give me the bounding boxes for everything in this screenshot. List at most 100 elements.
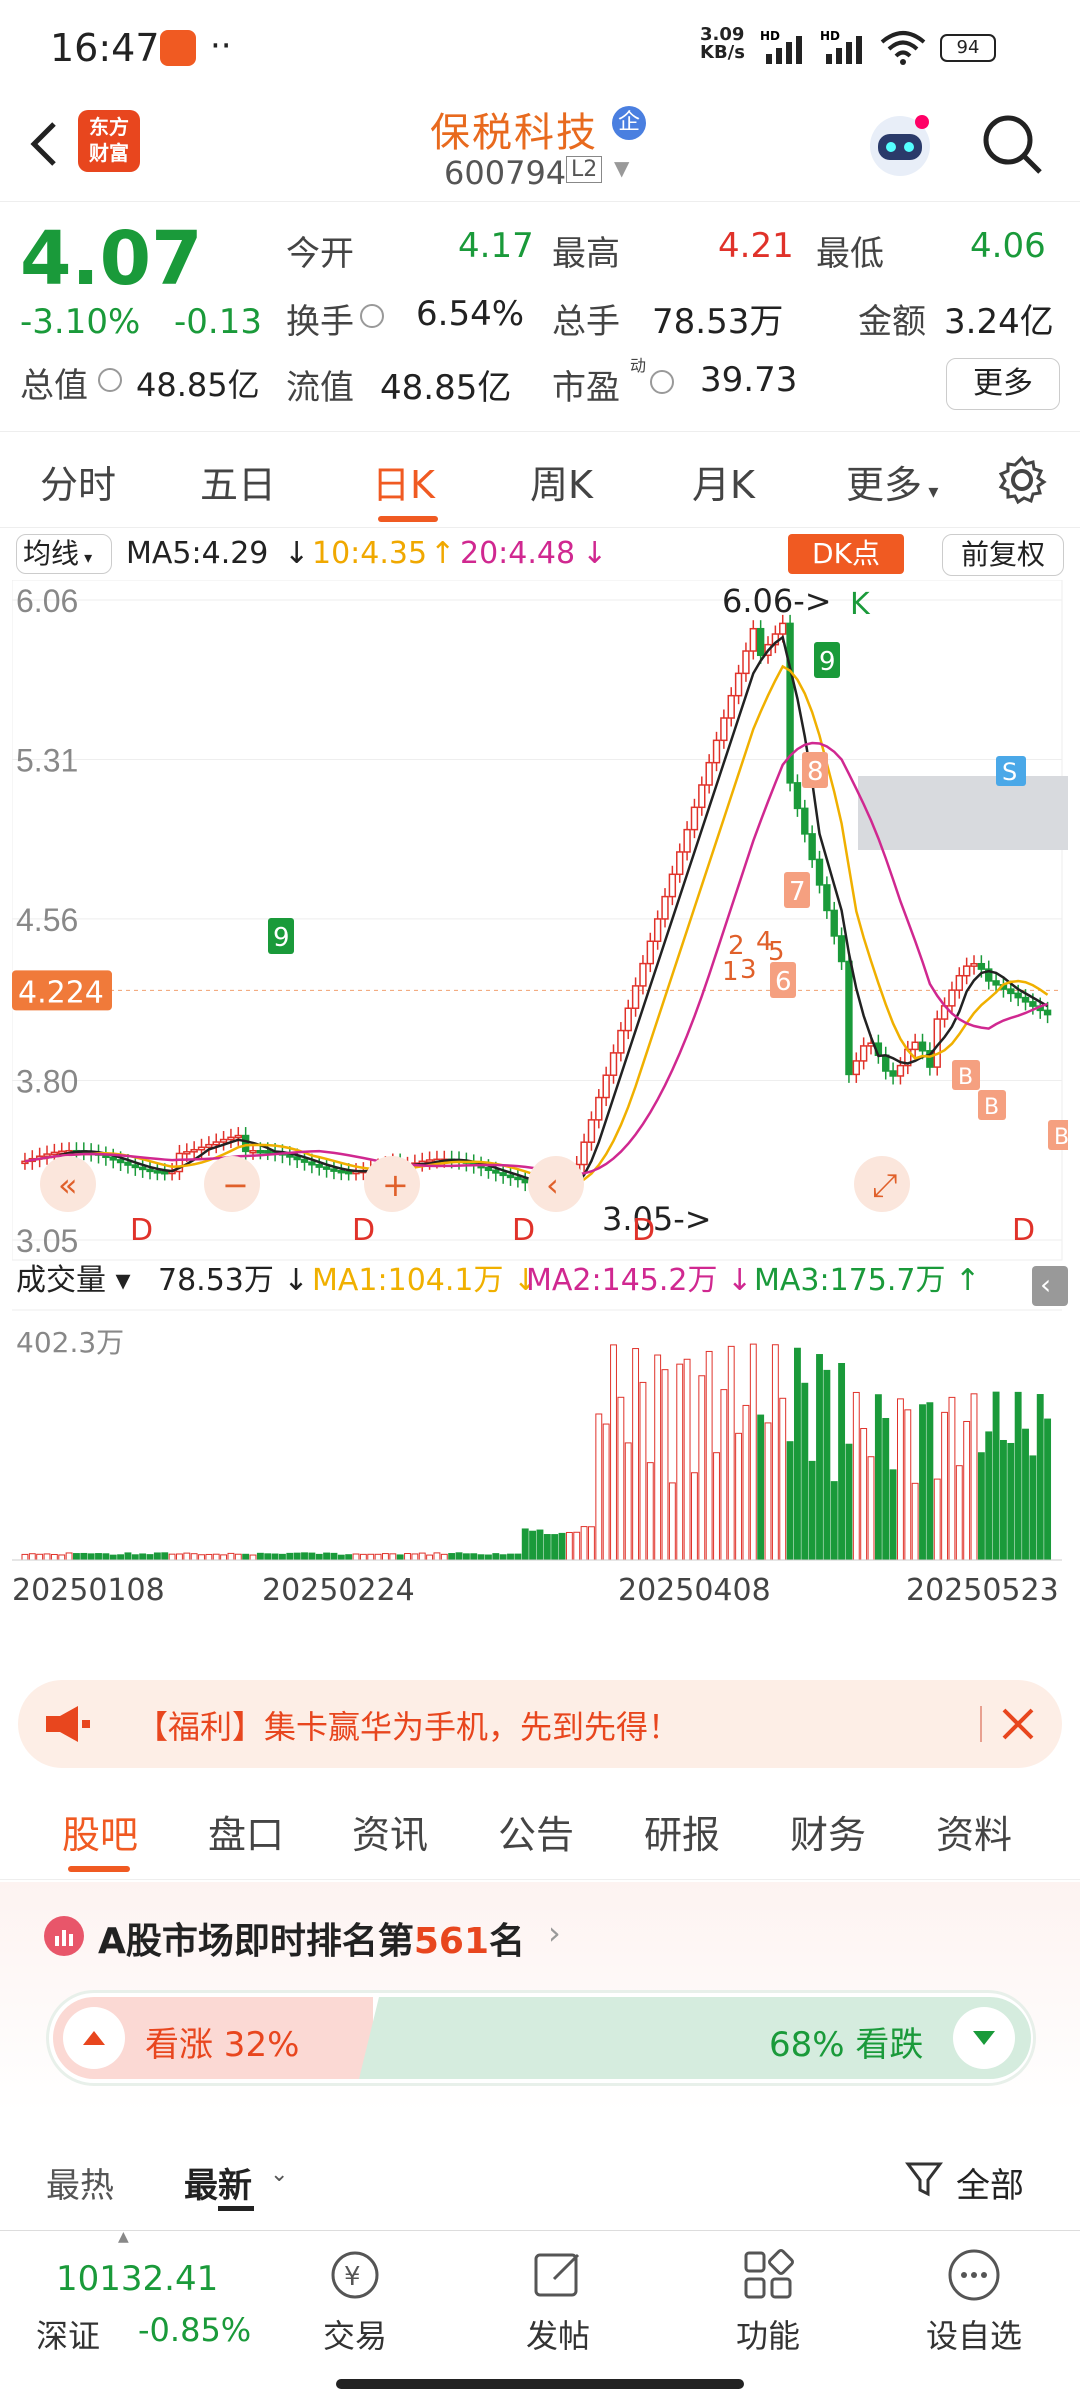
- volume-bar: [257, 1553, 263, 1560]
- tab-news[interactable]: 资讯: [352, 1804, 428, 1859]
- post-edit-icon[interactable]: [528, 2245, 588, 2305]
- candle-body: [324, 1167, 330, 1169]
- ma20-arrow-icon: ↓: [582, 536, 607, 571]
- candle-body: [508, 1175, 514, 1177]
- kline-chart[interactable]: 6.06 5.31 4.56 3.80 3.05 4.224 6.06-> 3.05-> K D D…: [12, 580, 1068, 1660]
- search-icon[interactable]: [978, 110, 1048, 180]
- volume-bar: [88, 1554, 94, 1560]
- volume-bar: [912, 1483, 918, 1560]
- stock-name[interactable]: 保税科技: [430, 100, 598, 158]
- tab-more[interactable]: 更多 ▾: [846, 454, 938, 509]
- settings-gear-icon[interactable]: [996, 454, 1048, 506]
- candle-body: [633, 986, 639, 1008]
- adjust-select[interactable]: 前复权: [942, 534, 1064, 576]
- tab-profile[interactable]: 资料: [936, 1804, 1012, 1859]
- back-icon[interactable]: [20, 116, 70, 172]
- volume-bar: [169, 1554, 175, 1560]
- candle-body: [1008, 989, 1014, 993]
- volume-bar: [1001, 1440, 1007, 1560]
- candle-body: [221, 1140, 227, 1142]
- chevron-down-icon[interactable]: ⌄: [270, 2162, 288, 2187]
- tab-weekly-k[interactable]: 周K: [530, 454, 593, 509]
- candle-body: [316, 1165, 322, 1167]
- volume-bar: [802, 1383, 808, 1560]
- nav-functions[interactable]: 功能: [708, 2311, 828, 2357]
- nav-watchlist[interactable]: 设自选: [914, 2311, 1034, 2357]
- volume-bar: [280, 1554, 286, 1560]
- tab-research[interactable]: 研报: [644, 1804, 720, 1859]
- info-icon[interactable]: [360, 304, 384, 328]
- volume-bar: [125, 1553, 131, 1560]
- nav-post[interactable]: 发帖: [498, 2311, 618, 2357]
- low-value: 4.06: [970, 226, 1046, 266]
- tab-announce[interactable]: 公告: [498, 1804, 574, 1859]
- candle-body: [346, 1172, 352, 1174]
- volume-bar: [81, 1553, 87, 1560]
- volume-bar: [618, 1397, 624, 1560]
- tab-daily-k[interactable]: 日K: [372, 454, 435, 509]
- more-button[interactable]: 更多: [946, 358, 1060, 410]
- x-label-4: 20250523: [906, 1573, 1059, 1608]
- volume-bar: [736, 1433, 742, 1560]
- volume-bar: [971, 1394, 977, 1560]
- volume-bar: [390, 1554, 396, 1560]
- tab-intraday[interactable]: 分时: [40, 454, 116, 509]
- info-icon[interactable]: [98, 368, 122, 392]
- volume-bar: [956, 1466, 962, 1560]
- volume-bar: [427, 1555, 433, 1560]
- dk-point-button[interactable]: DK点: [788, 534, 904, 574]
- indicator-select[interactable]: 均线 ▾: [16, 534, 112, 574]
- volume-bar: [118, 1555, 124, 1560]
- robot-assistant-icon[interactable]: [860, 104, 940, 184]
- close-icon[interactable]: [996, 1702, 1040, 1746]
- filter-all[interactable]: 全部: [956, 2158, 1024, 2207]
- volume-bar: [986, 1432, 992, 1560]
- eastmoney-logo[interactable]: 东方 财富: [78, 110, 140, 172]
- functions-grid-icon[interactable]: [738, 2245, 798, 2305]
- volume-bar: [1023, 1429, 1029, 1560]
- ma5-line: [25, 637, 1048, 1188]
- tab-5day[interactable]: 五日: [200, 454, 276, 509]
- vol-ma2: MA2:145.2万 ↓: [526, 1263, 752, 1298]
- rank-text[interactable]: A股市场即时排名第561名: [98, 1912, 525, 1964]
- volume-bar: [978, 1453, 984, 1560]
- chevron-down-icon[interactable]: ▼: [614, 156, 629, 180]
- trade-icon[interactable]: ¥: [320, 2245, 390, 2305]
- volume-bar: [294, 1553, 300, 1560]
- caret-up-icon: ▲: [118, 2229, 129, 2245]
- volume-bar: [265, 1554, 271, 1560]
- candle-body: [802, 808, 808, 834]
- filter-icon[interactable]: [904, 2158, 944, 2198]
- candle-body: [883, 1055, 889, 1071]
- volume-bar: [434, 1553, 440, 1560]
- candle-body: [522, 1179, 528, 1183]
- candle-body: [839, 936, 845, 962]
- td-setup-label: 5: [768, 937, 785, 967]
- bullish-button[interactable]: [63, 2007, 125, 2069]
- signal-icon: HD: [760, 30, 810, 66]
- chevron-right-icon[interactable]: ›: [548, 1914, 561, 1952]
- volume-bar: [758, 1415, 764, 1560]
- nav-trade[interactable]: 交易: [295, 2311, 415, 2357]
- kline-svg: 6.065.314.563.803.054.2246.06->3.05->KD D…: [12, 580, 1068, 1660]
- index-value[interactable]: 10132.41: [56, 2259, 218, 2299]
- volume-bar: [29, 1554, 35, 1560]
- bottom-nav: ▲ 10132.41 深证 -0.85% ¥ 交易 发帖 功能 设自选: [0, 2230, 1080, 2400]
- filter-new[interactable]: 最新: [184, 2158, 252, 2207]
- candle-body: [213, 1142, 219, 1145]
- bearish-button[interactable]: [953, 2007, 1015, 2069]
- tab-finance[interactable]: 财务: [790, 1804, 866, 1859]
- tab-guba[interactable]: 股吧: [62, 1804, 138, 1859]
- info-icon[interactable]: [650, 370, 674, 394]
- buy-signal: B: [958, 1065, 973, 1090]
- more-circle-icon[interactable]: [944, 2245, 1004, 2305]
- tab-monthly-k[interactable]: 月K: [692, 454, 755, 509]
- amount-value: 3.24亿: [944, 294, 1054, 343]
- tab-pankou[interactable]: 盘口: [208, 1804, 284, 1859]
- level2-badge[interactable]: L2: [566, 156, 602, 183]
- ad-text[interactable]: 【福利】集卡赢华为手机，先到先得！: [136, 1702, 680, 1748]
- wifi-icon: [880, 30, 926, 66]
- volume-bar: [59, 1555, 65, 1560]
- filter-hot[interactable]: 最热: [46, 2158, 114, 2207]
- ad-banner[interactable]: 【福利】集卡赢华为手机，先到先得！: [18, 1680, 1062, 1768]
